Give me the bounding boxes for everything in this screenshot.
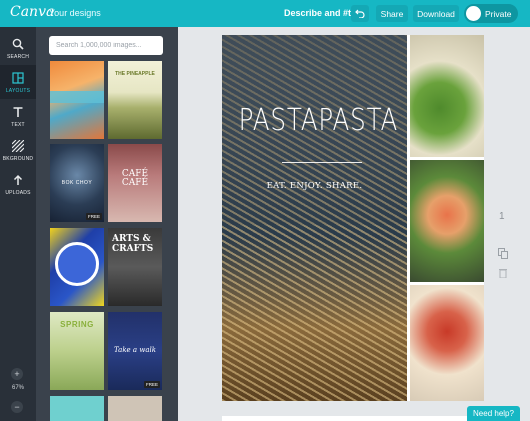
main-pasta-photo[interactable]: PASTAPASTA EAT. ENJOY. SHARE. xyxy=(222,35,407,401)
thumbnail-caption: BOK CHOY xyxy=(61,180,93,186)
thumbnail-caption: CAFÉ CAFÉ xyxy=(121,169,149,188)
rail-background[interactable]: BKGROUND xyxy=(0,133,36,167)
design-page[interactable]: PASTAPASTA EAT. ENJOY. SHARE. xyxy=(222,35,484,401)
next-page[interactable] xyxy=(222,416,484,421)
rail-uploads-label: UPLOADS xyxy=(5,189,31,196)
layout-thumbnail[interactable]: SPRING xyxy=(50,312,104,390)
trash-icon xyxy=(499,269,507,279)
rail-text-label: TEXT xyxy=(11,121,25,128)
thumbnail-caption: Take a walk xyxy=(114,346,156,354)
copy-icon xyxy=(498,248,508,259)
layout-thumbnail[interactable] xyxy=(50,61,104,139)
thumbnail-caption: ARTS & CRAFTS xyxy=(112,234,154,254)
privacy-label: Private xyxy=(485,9,512,19)
headline-divider xyxy=(282,162,362,163)
left-rail: SEARCH LAYOUTS TEXT BKGROUND UPLOADS + 6… xyxy=(0,27,36,421)
thumbnail-band xyxy=(50,91,104,103)
search-icon xyxy=(12,37,24,51)
need-help-button[interactable]: Need help? xyxy=(467,406,520,421)
download-button[interactable]: Download xyxy=(413,5,459,22)
broccoli-pasta-photo[interactable] xyxy=(410,35,484,157)
rail-text[interactable]: TEXT xyxy=(0,99,36,133)
zoom-level: 67% xyxy=(11,385,24,391)
rail-layouts[interactable]: LAYOUTS xyxy=(0,65,36,99)
layout-thumbnail[interactable]: Take a walk FREE xyxy=(108,312,162,390)
share-button[interactable]: Share xyxy=(376,5,408,22)
layout-thumbnail[interactable] xyxy=(50,228,104,306)
rail-search[interactable]: SEARCH xyxy=(0,31,36,65)
thumbnail-caption: SPRING xyxy=(60,320,94,329)
rail-layouts-label: LAYOUTS xyxy=(5,87,31,94)
top-bar: Canva Your designs Describe and #tag Sha… xyxy=(0,0,530,27)
shrimp-pasta-photo[interactable] xyxy=(410,160,484,282)
undo-button[interactable] xyxy=(351,5,369,22)
zoom-in-button[interactable]: + xyxy=(11,368,23,380)
undo-icon xyxy=(355,9,365,18)
text-icon xyxy=(12,105,24,119)
upload-arrow-icon xyxy=(12,173,24,187)
privacy-toggle[interactable]: Private xyxy=(464,4,518,23)
layouts-icon xyxy=(12,71,24,85)
design-headline[interactable]: PASTAPASTA xyxy=(239,103,398,138)
delete-page-button[interactable] xyxy=(499,265,507,283)
design-subline[interactable]: EAT. ENJOY. SHARE. xyxy=(222,181,407,191)
layout-thumbnail[interactable] xyxy=(108,396,162,421)
thumbnail-circle xyxy=(55,242,99,286)
your-designs-link[interactable]: Your designs xyxy=(49,8,101,18)
page-number: 1 xyxy=(499,211,505,222)
layout-thumbnail[interactable] xyxy=(50,396,104,421)
free-badge: FREE xyxy=(85,213,102,220)
layout-thumbnail[interactable]: CAFÉ CAFÉ xyxy=(108,144,162,222)
thumbnail-caption: THE PINEAPPLE xyxy=(115,71,155,77)
background-icon xyxy=(12,139,24,153)
tomato-pasta-photo[interactable] xyxy=(410,285,484,401)
design-title[interactable]: Describe and #tag xyxy=(284,8,362,18)
layout-thumbnail[interactable]: BOK CHOY FREE xyxy=(50,144,104,222)
copy-page-button[interactable] xyxy=(498,246,508,264)
layouts-panel: THE PINEAPPLE BOK CHOY FREE CAFÉ CAFÉ AR… xyxy=(36,27,178,421)
free-badge: FREE xyxy=(143,381,160,388)
rail-background-label: BKGROUND xyxy=(2,155,34,162)
rail-uploads[interactable]: UPLOADS xyxy=(0,167,36,201)
zoom-out-button[interactable]: − xyxy=(11,401,23,413)
layout-thumbnail[interactable]: ARTS & CRAFTS xyxy=(108,228,162,306)
rail-search-label: SEARCH xyxy=(6,53,30,60)
layout-thumbnail[interactable]: THE PINEAPPLE xyxy=(108,61,162,139)
canva-logo[interactable]: Canva xyxy=(10,4,54,20)
toggle-knob xyxy=(466,6,481,21)
canvas-area: PASTAPASTA EAT. ENJOY. SHARE. 1 xyxy=(178,27,530,421)
image-search-input[interactable] xyxy=(49,36,163,55)
